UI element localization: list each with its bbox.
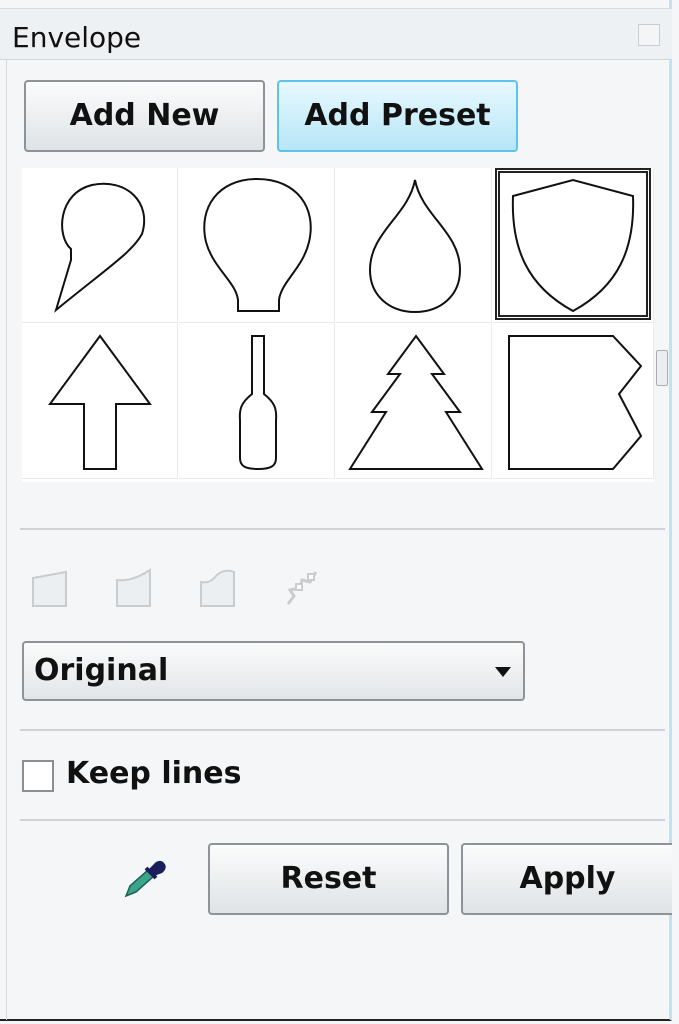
envelope-docker: Envelope Add New Add Preset Original Kee… bbox=[0, 0, 672, 1021]
keep-lines-checkbox[interactable] bbox=[22, 760, 54, 792]
divider bbox=[20, 528, 665, 530]
eyedropper-icon bbox=[124, 860, 166, 898]
preset-tree[interactable] bbox=[336, 324, 492, 479]
docker-maximize-icon[interactable] bbox=[638, 24, 660, 46]
single-arc-mode-button[interactable] bbox=[112, 566, 156, 612]
add-new-button[interactable]: Add New bbox=[24, 80, 265, 152]
unconstrained-mode-icon bbox=[286, 571, 318, 605]
mapping-mode-dropdown[interactable]: Original bbox=[22, 641, 525, 701]
tag-icon bbox=[508, 335, 643, 470]
preset-speech-bubble[interactable] bbox=[22, 168, 178, 323]
preset-arrow-up[interactable] bbox=[22, 324, 178, 479]
light-bulb-icon bbox=[203, 177, 312, 312]
single-arc-mode-icon bbox=[116, 568, 151, 607]
tree-icon bbox=[348, 334, 484, 470]
docker-title: Envelope bbox=[12, 21, 142, 54]
keep-lines-label[interactable]: Keep lines bbox=[66, 756, 241, 791]
preset-shield[interactable] bbox=[493, 168, 654, 323]
apply-button[interactable]: Apply bbox=[461, 843, 672, 915]
shield-icon bbox=[511, 178, 635, 313]
preset-tag[interactable] bbox=[493, 324, 654, 479]
drop-icon bbox=[368, 179, 462, 314]
straight-line-mode-icon bbox=[32, 570, 67, 607]
panel-left-border bbox=[6, 60, 7, 1020]
eyedropper-button[interactable] bbox=[120, 856, 172, 902]
docker-title-bar: Envelope bbox=[0, 8, 672, 60]
speech-bubble-icon bbox=[54, 182, 146, 313]
preset-drop[interactable] bbox=[336, 168, 492, 323]
double-arc-mode-icon bbox=[200, 569, 235, 607]
preset-gallery bbox=[22, 168, 654, 482]
mapping-mode-value: Original bbox=[34, 653, 169, 688]
chevron-down-icon bbox=[495, 667, 511, 677]
bottle-icon bbox=[238, 335, 278, 471]
divider bbox=[20, 819, 665, 821]
add-preset-button[interactable]: Add Preset bbox=[277, 80, 518, 152]
gallery-scrollbar-thumb[interactable] bbox=[656, 350, 668, 386]
preset-light-bulb[interactable] bbox=[179, 168, 335, 323]
reset-button[interactable]: Reset bbox=[208, 843, 449, 915]
preset-bottle[interactable] bbox=[179, 324, 335, 479]
straight-line-mode-button[interactable] bbox=[28, 566, 72, 612]
arrow-up-icon bbox=[48, 334, 152, 470]
double-arc-mode-button[interactable] bbox=[196, 566, 240, 612]
divider bbox=[20, 729, 665, 731]
unconstrained-mode-button[interactable] bbox=[280, 566, 324, 612]
